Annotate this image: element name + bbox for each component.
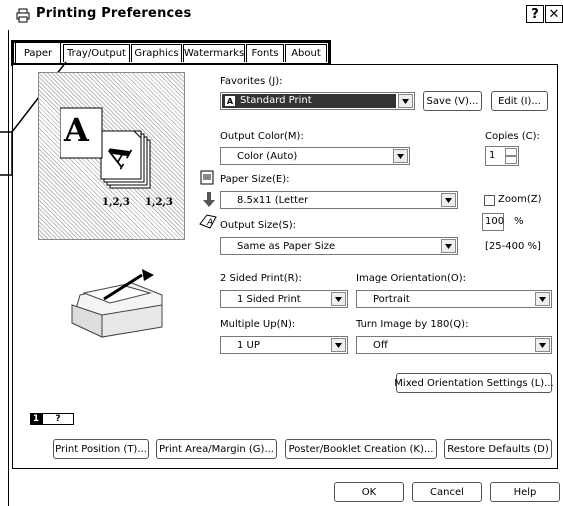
chevron-down-icon[interactable]	[331, 338, 346, 352]
collate-label-right: 1,2,3	[145, 197, 173, 208]
chevron-down-icon[interactable]	[393, 149, 408, 163]
cancel-button[interactable]: Cancel	[412, 482, 482, 502]
multiple-up-select[interactable]: 1 UP	[220, 336, 348, 354]
svg-text:A: A	[206, 218, 213, 228]
zoom-label: Zoom(Z)	[498, 194, 542, 205]
help-button[interactable]: Help	[490, 482, 560, 502]
turn-image-value: Off	[373, 340, 388, 351]
multiple-up-value: 1 UP	[237, 340, 260, 351]
image-orientation-select[interactable]: Portrait	[356, 290, 552, 308]
output-size-value: Same as Paper Size	[237, 241, 336, 252]
ok-button[interactable]: OK	[334, 482, 404, 502]
sided-print-value: 1 Sided Print	[237, 294, 301, 305]
spin-down-icon[interactable]	[505, 156, 517, 164]
print-area-margin-button[interactable]: Print Area/Margin (G)...	[156, 439, 277, 459]
turn-image-label: Turn Image by 180(Q):	[356, 319, 469, 330]
printer-icon	[16, 8, 30, 23]
output-color-value: Color (Auto)	[237, 151, 298, 162]
down-arrow-icon	[203, 192, 215, 207]
output-color-select[interactable]: Color (Auto)	[220, 147, 410, 165]
close-button[interactable]: ✕	[545, 5, 563, 23]
paper-size-label: Paper Size(E):	[220, 174, 290, 185]
favorite-a-icon: A	[225, 96, 235, 106]
copies-value: 1	[489, 150, 496, 161]
save-favorite-button[interactable]: Save (V)...	[423, 91, 482, 111]
page-number-badge: 1	[30, 413, 42, 425]
page-letter: A	[64, 111, 89, 149]
paper-size-select[interactable]: 8.5x11 (Letter	[220, 191, 458, 209]
favorites-value: Standard Print	[240, 95, 312, 106]
restore-defaults-button[interactable]: Restore Defaults (D)	[444, 439, 552, 459]
zoom-range: [25-400 %]	[485, 241, 541, 252]
chevron-down-icon[interactable]	[331, 292, 346, 306]
zoom-input[interactable]: 100	[482, 213, 504, 231]
window-title: Printing Preferences	[36, 6, 192, 21]
multiple-up-label: Multiple Up(N):	[220, 319, 296, 330]
spin-up-icon[interactable]	[505, 148, 517, 156]
print-position-button[interactable]: Print Position (T)...	[53, 439, 149, 459]
chevron-down-icon[interactable]	[398, 94, 413, 108]
printer-illustration	[71, 269, 163, 338]
chevron-down-icon[interactable]	[535, 292, 550, 306]
output-color-label: Output Color(M):	[220, 131, 304, 142]
favorites-select[interactable]: A Standard Print	[220, 92, 415, 110]
printing-preferences-window: Printing Preferences ? ✕ Paper Tray/Outp…	[0, 0, 563, 506]
help-title-button[interactable]: ?	[526, 5, 544, 23]
sided-print-label: 2 Sided Print(R):	[220, 273, 302, 284]
zoom-checkbox[interactable]	[484, 195, 495, 206]
collate-label-left: 1,2,3	[102, 197, 130, 208]
title-bar[interactable]: Printing Preferences ? ✕	[0, 0, 563, 30]
mixed-orientation-button[interactable]: Mixed Orientation Settings (L)...	[394, 373, 554, 393]
edit-favorite-button[interactable]: Edit (I)...	[491, 91, 548, 111]
paper-size-icon	[200, 170, 214, 185]
help-badge[interactable]: ?	[42, 413, 74, 425]
output-size-label: Output Size(S):	[220, 220, 296, 231]
paper-size-value: 8.5x11 (Letter	[237, 195, 309, 206]
copies-label: Copies (C):	[485, 131, 540, 142]
image-orientation-label: Image Orientation(O):	[356, 273, 466, 284]
favorites-label: Favorites (J):	[220, 76, 283, 87]
chevron-down-icon[interactable]	[441, 193, 456, 207]
zoom-unit: %	[514, 216, 524, 227]
copies-spinner[interactable]: 1	[485, 146, 519, 166]
chevron-down-icon[interactable]	[535, 338, 550, 352]
image-orientation-value: Portrait	[373, 294, 410, 305]
sided-print-select[interactable]: 1 Sided Print	[220, 290, 348, 308]
output-size-select[interactable]: Same as Paper Size	[220, 237, 458, 255]
output-size-icon: A	[199, 214, 217, 229]
chevron-down-icon[interactable]	[441, 239, 456, 253]
poster-booklet-button[interactable]: Poster/Booklet Creation (K)...	[285, 439, 437, 459]
turn-image-select[interactable]: Off	[356, 336, 552, 354]
